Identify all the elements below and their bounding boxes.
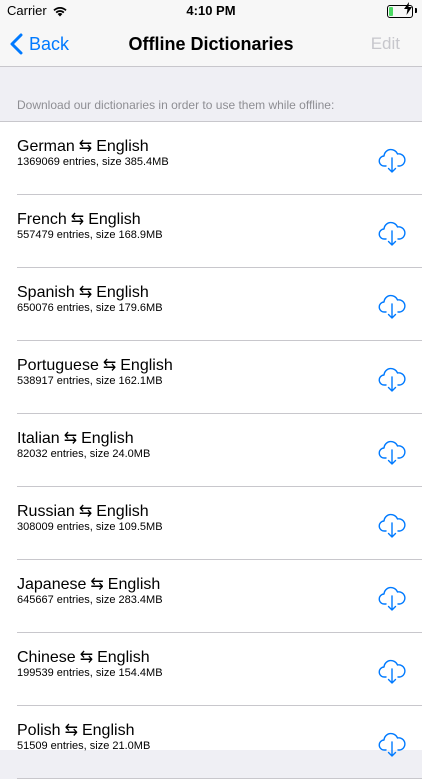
dictionary-row[interactable]: German ⇆ English 1369069 entries, size 385.… [0, 122, 422, 195]
source-language: Russian [17, 503, 75, 520]
section-header: Download our dictionaries in order to us… [17, 98, 335, 112]
dictionary-details: 82032 entries, size 24.0MB [17, 448, 151, 460]
cloud-download-icon[interactable] [377, 656, 407, 686]
dictionary-details: 645667 entries, size 283.4MB [17, 594, 163, 606]
dictionary-details: 538917 entries, size 162.1MB [17, 375, 163, 387]
target-language: English [88, 211, 141, 228]
target-language: English [81, 722, 135, 739]
target-language: English [97, 649, 150, 666]
dictionary-row[interactable]: Portuguese ⇆ English 538917 entries, size 1… [0, 341, 422, 414]
dictionary-row[interactable]: Spanish ⇆ English 650076 entries, size 179.… [0, 268, 422, 341]
cloud-download-icon[interactable] [377, 145, 407, 175]
dictionary-title: Japanese ⇆ English [17, 574, 160, 594]
source-language: Portuguese [17, 357, 99, 374]
swap-arrows-icon: ⇆ [70, 211, 85, 228]
target-language: English [120, 357, 173, 374]
source-language: Polish [17, 722, 61, 739]
source-language: Italian [17, 430, 60, 447]
dictionary-details: 650076 entries, size 179.6MB [17, 302, 163, 314]
dictionary-title: Polish ⇆ English [17, 720, 134, 740]
dictionary-details: 308009 entries, size 109.5MB [17, 521, 163, 533]
dictionary-title: Spanish ⇆ English [17, 282, 149, 302]
cloud-download-icon[interactable] [377, 291, 407, 321]
swap-arrows-icon: ⇆ [63, 430, 78, 447]
navigation-bar: Back Offline Dictionaries Edit [0, 22, 422, 67]
target-language: English [107, 576, 161, 593]
dictionary-details: 199539 entries, size 154.4MB [17, 667, 163, 679]
source-language: German [17, 138, 75, 155]
target-language: English [96, 138, 149, 155]
swap-arrows-icon: ⇆ [64, 722, 78, 739]
swap-arrows-icon: ⇆ [78, 503, 93, 520]
edit-button[interactable]: Edit [371, 34, 400, 54]
source-language: French [17, 211, 67, 228]
status-time: 4:10 PM [186, 3, 236, 18]
dictionary-row[interactable]: Polish ⇆ English 51509 entries, size 21.0MB [0, 706, 422, 779]
dictionary-title: French ⇆ English [17, 209, 141, 229]
swap-arrows-icon: ⇆ [102, 357, 117, 374]
dictionary-details: 557479 entries, size 168.9MB [17, 229, 163, 241]
dictionary-row[interactable]: Chinese ⇆ English 199539 entries, size 154.… [0, 633, 422, 706]
cloud-download-icon[interactable] [377, 437, 407, 467]
dictionary-details: 51509 entries, size 21.0MB [17, 740, 151, 752]
dictionary-title: Chinese ⇆ English [17, 647, 150, 667]
swap-arrows-icon: ⇆ [90, 576, 104, 593]
page-title: Offline Dictionaries [128, 34, 294, 54]
target-language: English [96, 503, 149, 520]
source-language: Japanese [17, 576, 87, 593]
dictionary-row[interactable]: Russian ⇆ English 308009 entries, size 109.… [0, 487, 422, 560]
dictionary-list: German ⇆ English 1369069 entries, size 385.… [0, 121, 422, 779]
dictionary-title: Portuguese ⇆ English [17, 355, 173, 375]
dictionary-title: German ⇆ English [17, 136, 149, 156]
swap-arrows-icon: ⇆ [78, 138, 93, 155]
battery-icon [387, 5, 413, 18]
battery-nub-icon [415, 8, 417, 13]
dictionary-row[interactable]: Italian ⇆ English 82032 entries, size 24.0M… [0, 414, 422, 487]
cloud-download-icon[interactable] [377, 729, 407, 759]
dictionary-details: 1369069 entries, size 385.4MB [17, 156, 169, 168]
dictionary-title: Russian ⇆ English [17, 501, 149, 521]
dictionary-row[interactable]: French ⇆ English 557479 entries, size 168.9… [0, 195, 422, 268]
dictionary-title: Italian ⇆ English [17, 428, 134, 448]
swap-arrows-icon: ⇆ [79, 649, 94, 666]
cloud-download-icon[interactable] [377, 510, 407, 540]
source-language: Spanish [17, 284, 75, 301]
status-bar: Carrier 4:10 PM [0, 0, 422, 22]
dictionary-row[interactable]: Japanese ⇆ English 645667 entries, size 283… [0, 560, 422, 633]
target-language: English [96, 284, 149, 301]
cloud-download-icon[interactable] [377, 218, 407, 248]
cloud-download-icon[interactable] [377, 583, 407, 613]
target-language: English [81, 430, 134, 447]
source-language: Chinese [17, 649, 76, 666]
cloud-download-icon[interactable] [377, 364, 407, 394]
swap-arrows-icon: ⇆ [78, 284, 93, 301]
